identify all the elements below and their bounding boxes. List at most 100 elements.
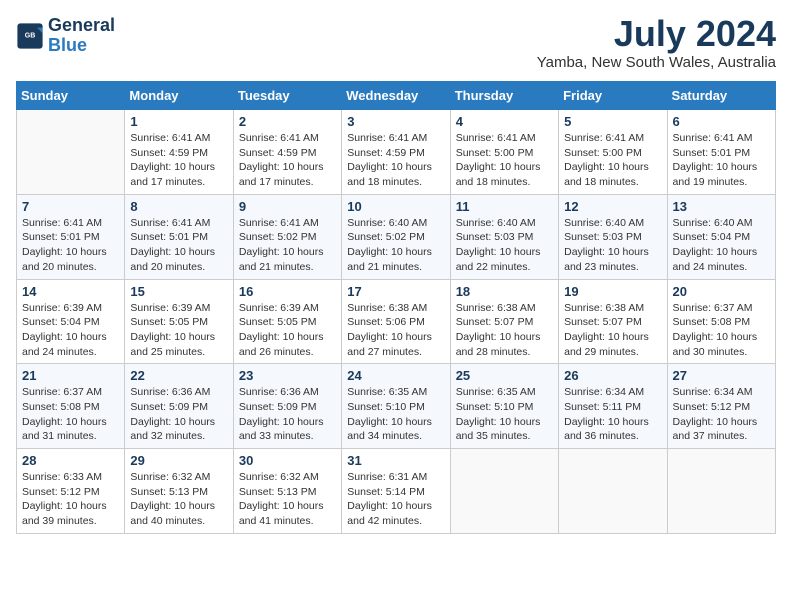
weekday-header-saturday: Saturday — [667, 82, 775, 110]
day-info: Sunrise: 6:39 AM Sunset: 5:04 PM Dayligh… — [22, 301, 119, 360]
calendar-cell: 25 Sunrise: 6:35 AM Sunset: 5:10 PM Dayli… — [450, 364, 558, 449]
day-info: Sunrise: 6:40 AM Sunset: 5:04 PM Dayligh… — [673, 216, 770, 275]
calendar-cell: 4Sunrise: 6:41 AM Sunset: 5:00 PM Daylig… — [450, 110, 558, 195]
day-number: 25 — [456, 368, 553, 383]
day-info: Sunrise: 6:35 AM Sunset: 5:10 PM Dayligh… — [347, 385, 444, 444]
day-number: 10 — [347, 199, 444, 214]
calendar-cell: 9Sunrise: 6:41 AM Sunset: 5:02 PM Daylig… — [233, 194, 341, 279]
logo: GB General Blue — [16, 16, 115, 56]
day-info: Sunrise: 6:41 AM Sunset: 5:01 PM Dayligh… — [130, 216, 227, 275]
day-number: 7 — [22, 199, 119, 214]
day-info: Sunrise: 6:36 AM Sunset: 5:09 PM Dayligh… — [239, 385, 336, 444]
calendar-week-row: 21 Sunrise: 6:37 AM Sunset: 5:08 PM Dayli… — [17, 364, 776, 449]
day-info: Sunrise: 6:39 AM Sunset: 5:05 PM Dayligh… — [239, 301, 336, 360]
day-number: 13 — [673, 199, 770, 214]
day-info: Sunrise: 6:36 AM Sunset: 5:09 PM Dayligh… — [130, 385, 227, 444]
day-info: Sunrise: 6:41 AM Sunset: 4:59 PM Dayligh… — [130, 131, 227, 190]
day-info: Sunrise: 6:40 AM Sunset: 5:03 PM Dayligh… — [456, 216, 553, 275]
day-info: Sunrise: 6:35 AM Sunset: 5:10 PM Dayligh… — [456, 385, 553, 444]
day-number: 20 — [673, 284, 770, 299]
day-info: Sunrise: 6:32 AM Sunset: 5:13 PM Dayligh… — [239, 470, 336, 529]
day-info: Sunrise: 6:37 AM Sunset: 5:08 PM Dayligh… — [22, 385, 119, 444]
day-number: 2 — [239, 114, 336, 129]
calendar-cell: 10Sunrise: 6:40 AM Sunset: 5:02 PM Dayli… — [342, 194, 450, 279]
day-info: Sunrise: 6:41 AM Sunset: 5:00 PM Dayligh… — [456, 131, 553, 190]
day-number: 22 — [130, 368, 227, 383]
logo-text: General Blue — [48, 16, 115, 56]
svg-text:GB: GB — [25, 32, 36, 39]
calendar-week-row: 1 Sunrise: 6:41 AM Sunset: 4:59 PM Daylig… — [17, 110, 776, 195]
calendar-cell: 14 Sunrise: 6:39 AM Sunset: 5:04 PM Dayli… — [17, 279, 125, 364]
day-info: Sunrise: 6:31 AM Sunset: 5:14 PM Dayligh… — [347, 470, 444, 529]
day-info: Sunrise: 6:38 AM Sunset: 5:07 PM Dayligh… — [456, 301, 553, 360]
day-number: 19 — [564, 284, 661, 299]
day-number: 17 — [347, 284, 444, 299]
day-info: Sunrise: 6:39 AM Sunset: 5:05 PM Dayligh… — [130, 301, 227, 360]
location-subtitle: Yamba, New South Wales, Australia — [537, 54, 776, 71]
calendar-cell: 5Sunrise: 6:41 AM Sunset: 5:00 PM Daylig… — [559, 110, 667, 195]
logo-icon: GB — [16, 22, 44, 50]
day-number: 1 — [130, 114, 227, 129]
calendar-cell: 8 Sunrise: 6:41 AM Sunset: 5:01 PM Daylig… — [125, 194, 233, 279]
month-year-title: July 2024 — [537, 16, 776, 52]
calendar-cell: 17 Sunrise: 6:38 AM Sunset: 5:06 PM Dayli… — [342, 279, 450, 364]
calendar-week-row: 28Sunrise: 6:33 AM Sunset: 5:12 PM Dayli… — [17, 449, 776, 534]
day-number: 30 — [239, 453, 336, 468]
weekday-header-tuesday: Tuesday — [233, 82, 341, 110]
day-info: Sunrise: 6:41 AM Sunset: 4:59 PM Dayligh… — [239, 131, 336, 190]
calendar-table: SundayMondayTuesdayWednesdayThursdayFrid… — [16, 81, 776, 534]
calendar-cell: 23Sunrise: 6:36 AM Sunset: 5:09 PM Dayli… — [233, 364, 341, 449]
day-info: Sunrise: 6:41 AM Sunset: 5:01 PM Dayligh… — [22, 216, 119, 275]
calendar-cell: 29 Sunrise: 6:32 AM Sunset: 5:13 PM Dayli… — [125, 449, 233, 534]
calendar-cell: 24Sunrise: 6:35 AM Sunset: 5:10 PM Dayli… — [342, 364, 450, 449]
calendar-cell: 31 Sunrise: 6:31 AM Sunset: 5:14 PM Dayli… — [342, 449, 450, 534]
calendar-cell: 15 Sunrise: 6:39 AM Sunset: 5:05 PM Dayli… — [125, 279, 233, 364]
calendar-cell: 30 Sunrise: 6:32 AM Sunset: 5:13 PM Dayli… — [233, 449, 341, 534]
calendar-cell: 27Sunrise: 6:34 AM Sunset: 5:12 PM Dayli… — [667, 364, 775, 449]
calendar-cell: 19 Sunrise: 6:38 AM Sunset: 5:07 PM Dayli… — [559, 279, 667, 364]
day-number: 29 — [130, 453, 227, 468]
title-block: July 2024 Yamba, New South Wales, Austra… — [537, 16, 776, 71]
day-info: Sunrise: 6:34 AM Sunset: 5:11 PM Dayligh… — [564, 385, 661, 444]
day-info: Sunrise: 6:37 AM Sunset: 5:08 PM Dayligh… — [673, 301, 770, 360]
calendar-cell — [559, 449, 667, 534]
day-number: 26 — [564, 368, 661, 383]
day-info: Sunrise: 6:38 AM Sunset: 5:07 PM Dayligh… — [564, 301, 661, 360]
calendar-cell: 21 Sunrise: 6:37 AM Sunset: 5:08 PM Dayli… — [17, 364, 125, 449]
calendar-cell — [17, 110, 125, 195]
calendar-cell: 20 Sunrise: 6:37 AM Sunset: 5:08 PM Dayli… — [667, 279, 775, 364]
calendar-cell: 13 Sunrise: 6:40 AM Sunset: 5:04 PM Dayli… — [667, 194, 775, 279]
day-number: 9 — [239, 199, 336, 214]
day-info: Sunrise: 6:41 AM Sunset: 4:59 PM Dayligh… — [347, 131, 444, 190]
calendar-cell: 6 Sunrise: 6:41 AM Sunset: 5:01 PM Daylig… — [667, 110, 775, 195]
day-number: 28 — [22, 453, 119, 468]
calendar-cell: 3Sunrise: 6:41 AM Sunset: 4:59 PM Daylig… — [342, 110, 450, 195]
day-number: 11 — [456, 199, 553, 214]
day-number: 14 — [22, 284, 119, 299]
logo-line1: General — [48, 16, 115, 36]
day-number: 31 — [347, 453, 444, 468]
day-number: 15 — [130, 284, 227, 299]
day-info: Sunrise: 6:38 AM Sunset: 5:06 PM Dayligh… — [347, 301, 444, 360]
calendar-header-row: SundayMondayTuesdayWednesdayThursdayFrid… — [17, 82, 776, 110]
day-number: 8 — [130, 199, 227, 214]
page-header: GB General Blue July 2024 Yamba, New Sou… — [16, 16, 776, 71]
calendar-cell: 11 Sunrise: 6:40 AM Sunset: 5:03 PM Dayli… — [450, 194, 558, 279]
weekday-header-wednesday: Wednesday — [342, 82, 450, 110]
weekday-header-friday: Friday — [559, 82, 667, 110]
calendar-cell: 12Sunrise: 6:40 AM Sunset: 5:03 PM Dayli… — [559, 194, 667, 279]
calendar-week-row: 14 Sunrise: 6:39 AM Sunset: 5:04 PM Dayli… — [17, 279, 776, 364]
weekday-header-sunday: Sunday — [17, 82, 125, 110]
day-number: 27 — [673, 368, 770, 383]
day-number: 21 — [22, 368, 119, 383]
calendar-cell: 2 Sunrise: 6:41 AM Sunset: 4:59 PM Daylig… — [233, 110, 341, 195]
day-number: 6 — [673, 114, 770, 129]
calendar-cell — [667, 449, 775, 534]
day-info: Sunrise: 6:41 AM Sunset: 5:01 PM Dayligh… — [673, 131, 770, 190]
calendar-cell: 18 Sunrise: 6:38 AM Sunset: 5:07 PM Dayli… — [450, 279, 558, 364]
day-info: Sunrise: 6:32 AM Sunset: 5:13 PM Dayligh… — [130, 470, 227, 529]
calendar-cell: 16Sunrise: 6:39 AM Sunset: 5:05 PM Dayli… — [233, 279, 341, 364]
day-number: 18 — [456, 284, 553, 299]
weekday-header-thursday: Thursday — [450, 82, 558, 110]
calendar-cell: 1 Sunrise: 6:41 AM Sunset: 4:59 PM Daylig… — [125, 110, 233, 195]
